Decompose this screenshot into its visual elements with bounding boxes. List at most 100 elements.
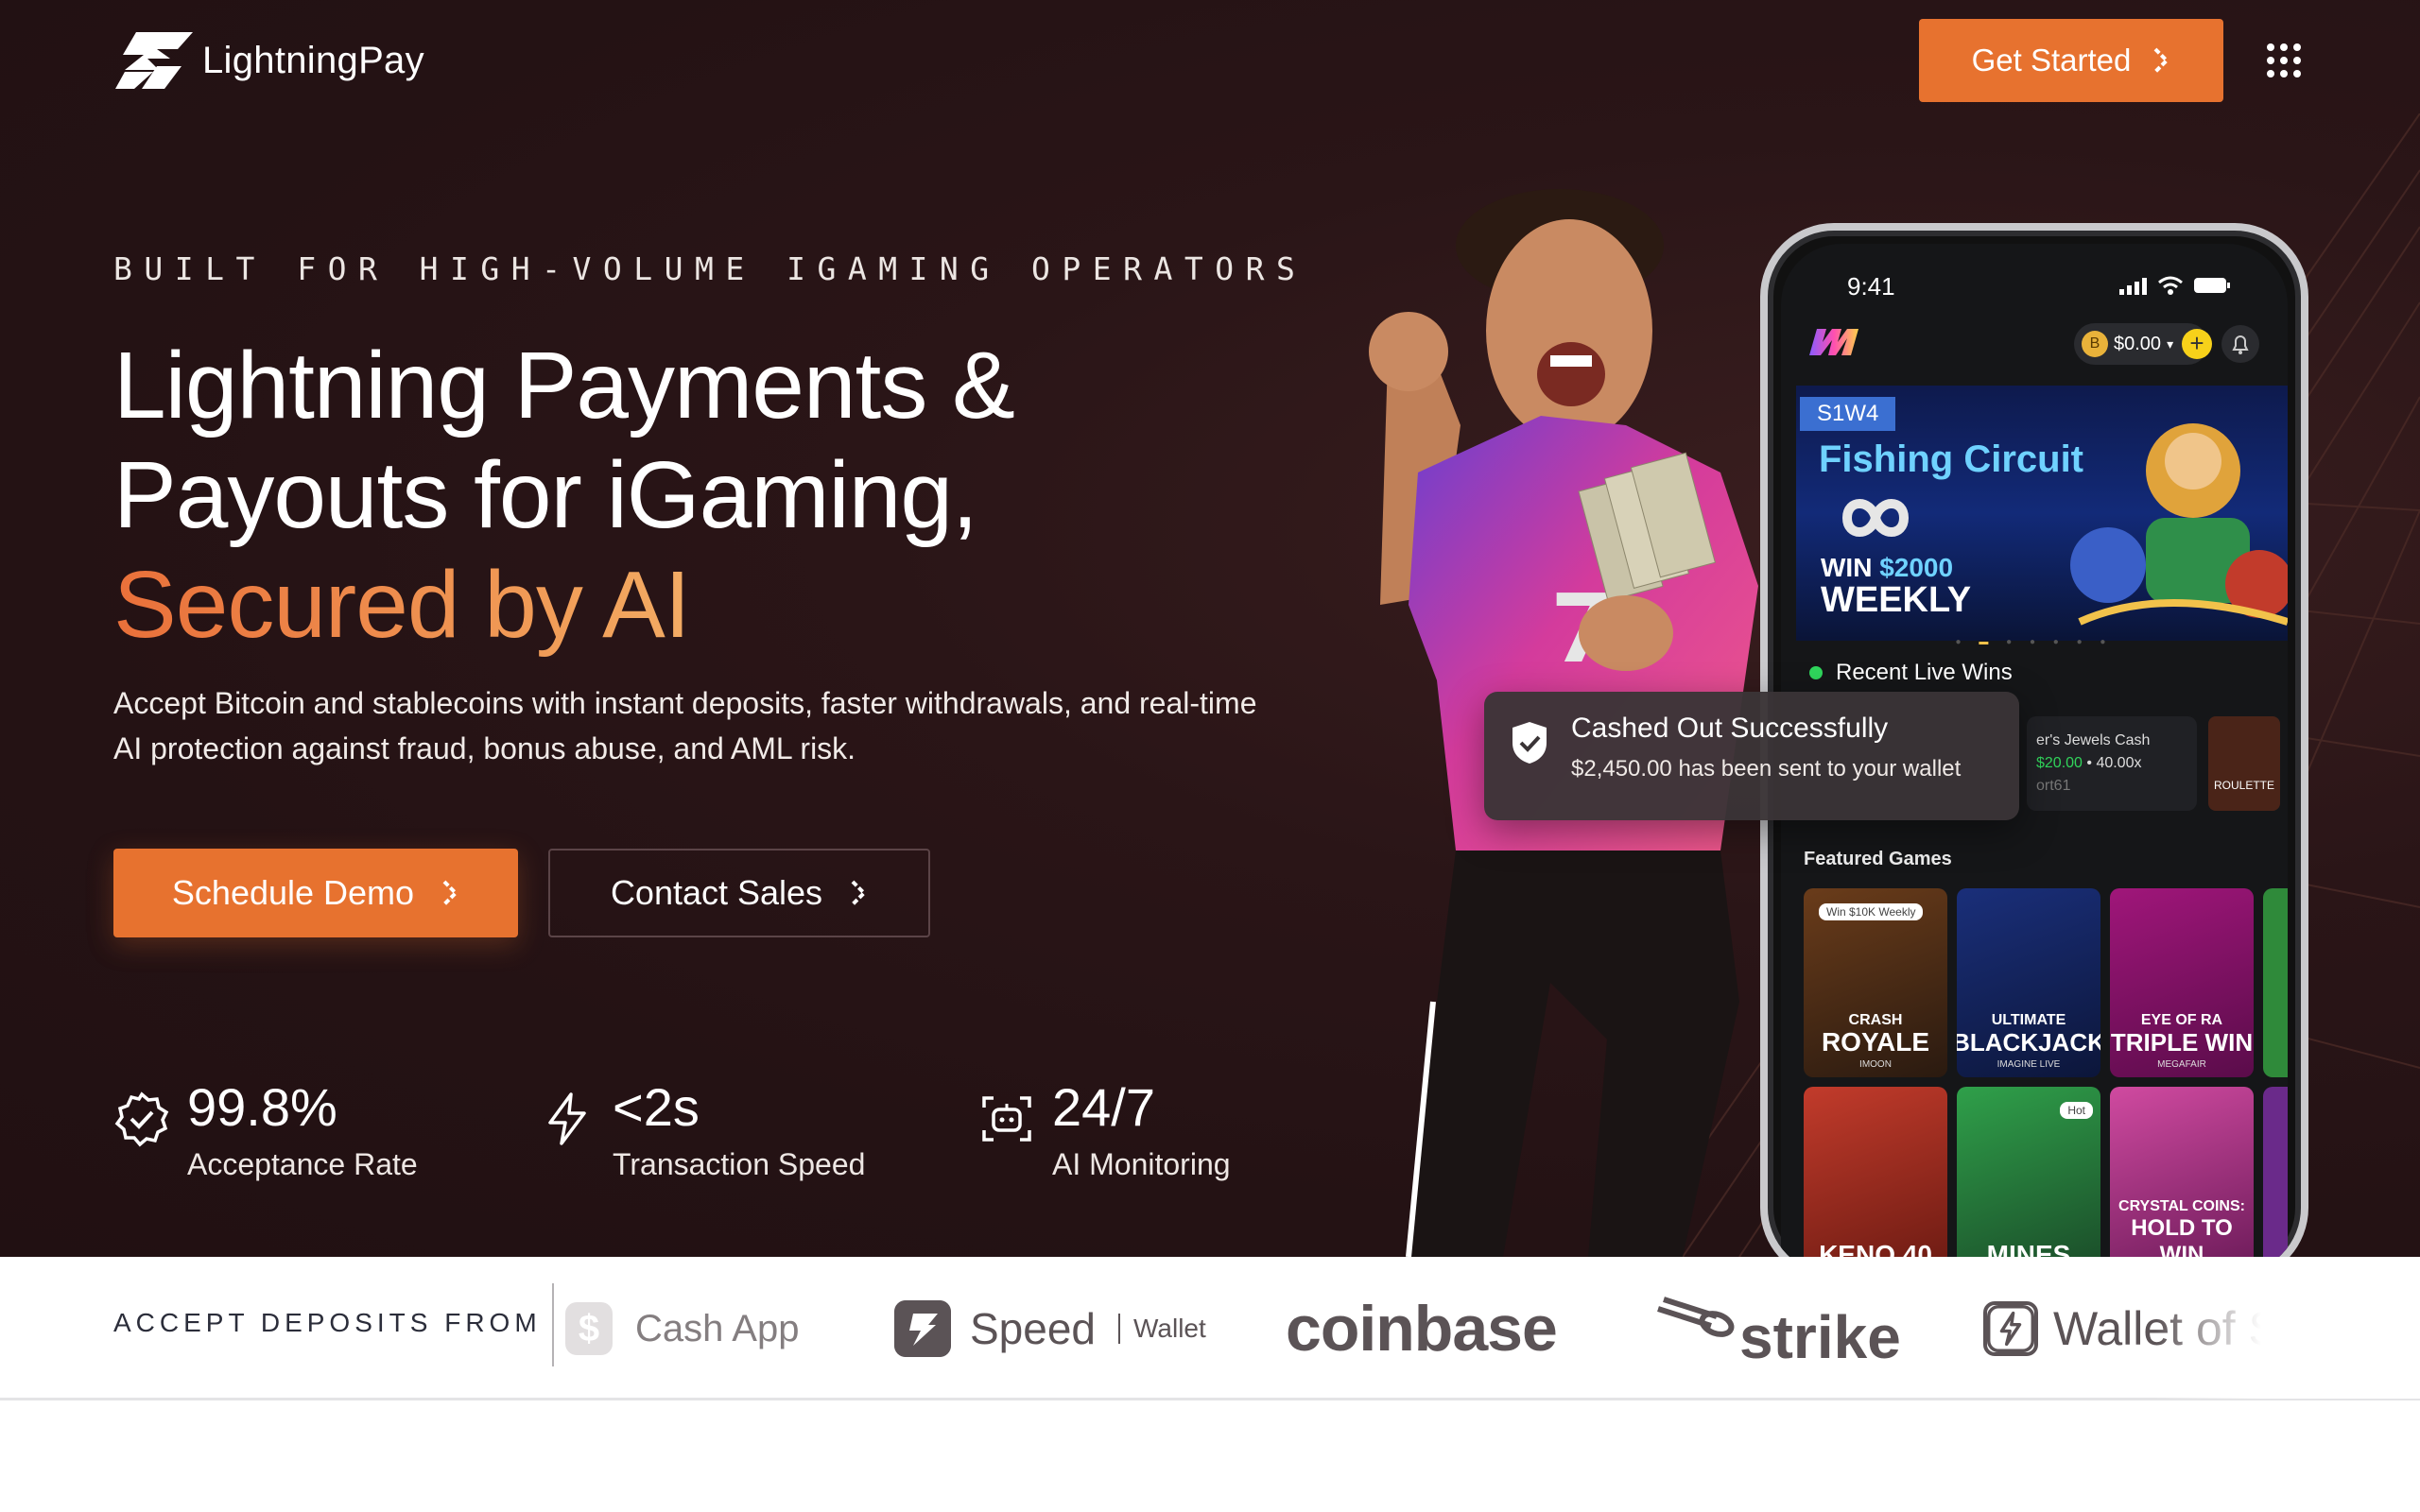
get-started-label: Get Started <box>1971 43 2132 77</box>
headline-accent: Secured by AI <box>113 550 1014 660</box>
game-badge: Hot <box>2060 1102 2093 1119</box>
speed-name: Speed <box>970 1304 1097 1353</box>
brand-cash-app: $ Cash App <box>565 1257 799 1400</box>
brand-strike: strike <box>1654 1257 1901 1400</box>
infinity-icon <box>1841 499 1910 537</box>
bitcoin-coin-icon: B <box>2082 331 2108 357</box>
brand-name: LightningPay <box>202 39 424 81</box>
signal-icon <box>2119 278 2147 295</box>
brand-speed-wallet: Speed Wallet <box>894 1257 1206 1400</box>
lightningpay-logo-icon <box>115 32 193 89</box>
game-name: KENO 40 <box>1819 1240 1932 1258</box>
fishing-game-art <box>2070 423 2288 626</box>
carousel-fade-overlay <box>2155 1257 2420 1399</box>
game-badge: Win $10K Weekly <box>1819 903 1924 920</box>
stat-label: AI Monitoring <box>1052 1147 1231 1181</box>
brand-coinbase: coinbase <box>1286 1257 1558 1400</box>
stat-transaction-speed: <2s Transaction Speed <box>539 1077 865 1185</box>
game-sub: ULTIMATE <box>1991 1012 2066 1028</box>
banner-win-period: WEEKLY <box>1821 580 1972 620</box>
deposits-divider <box>552 1283 554 1366</box>
phone-time: 9:41 <box>1847 272 1895 301</box>
win-card-game: er's Jewels Cash <box>2036 732 2151 748</box>
promo-banner[interactable]: S1W4 Fishing Circuit WIN $2000 WEEKLY <box>1796 386 2288 641</box>
cash-app-name: Cash App <box>635 1307 800 1349</box>
game-tile-ultimate-blackjack[interactable]: ULTIMATE BLACKJACK IMAGINE LIVE <box>1957 888 2100 1077</box>
strike-logo-icon <box>1657 1297 1735 1337</box>
ai-bot-icon <box>982 1096 1031 1142</box>
game-tile-mines[interactable]: Hot MINES <box>1957 1087 2100 1257</box>
grid-menu-icon[interactable] <box>2267 43 2301 77</box>
banner-tag: S1W4 <box>1800 397 1896 431</box>
stat-value: 99.8% <box>187 1077 337 1137</box>
roulette-label: ROULETTE <box>2213 779 2274 792</box>
coinbase-name: coinbase <box>1286 1293 1558 1365</box>
win-card-user: ort61 <box>2036 778 2071 794</box>
brand-logo[interactable]: LightningPay <box>115 32 424 89</box>
featured-games-grid: Win $10K Weekly CRASH ROYALE IMOON ULTIM… <box>1804 888 2288 1257</box>
chevron-right-icon <box>851 880 867 906</box>
banner-win-prefix: WIN <box>1821 553 1873 582</box>
chevron-down-icon: ▾ <box>2167 335 2174 352</box>
game-tile-keno-40[interactable]: KENO 40 <box>1804 1087 1947 1257</box>
roulette-game-thumb[interactable]: ROULETTE <box>2208 716 2280 811</box>
casino-app-logo-icon <box>1807 321 1860 369</box>
stat-value: <2s <box>613 1077 700 1137</box>
deposits-label: ACCEPT DEPOSITS FROM <box>113 1308 542 1337</box>
game-name: BLACKJACK <box>1957 1028 2100 1057</box>
game-tile-partial[interactable] <box>2263 1087 2288 1257</box>
game-sub: CRYSTAL COINS: <box>2118 1198 2245 1214</box>
strike-name: strike <box>1739 1303 1901 1371</box>
stat-ai-monitoring: 24/7 AI Monitoring <box>978 1077 1231 1185</box>
get-started-button[interactable]: Get Started <box>1919 19 2223 102</box>
wallet-of-satoshi-logo-icon <box>1983 1301 2038 1356</box>
banner-win-amount: $2000 <box>1879 553 1954 582</box>
win-card-amount: $20.00 <box>2036 755 2083 771</box>
game-sub: EYE OF RA <box>2140 1012 2223 1028</box>
hero-headline: Lightning Payments & Payouts for iGaming… <box>113 331 1015 660</box>
banner-win-text: WIN $2000 WEEKLY <box>1821 552 1971 619</box>
contact-sales-button[interactable]: Contact Sales <box>548 849 930 937</box>
schedule-demo-button[interactable]: Schedule Demo <box>113 849 518 937</box>
badge-check-icon <box>114 1091 169 1147</box>
game-name: HOLD TO WIN <box>2131 1215 2233 1257</box>
wallet-balance: $0.00 <box>2114 333 2162 354</box>
game-name: MINES <box>1986 1240 2071 1258</box>
cash-app-logo-icon: $ <box>565 1302 613 1355</box>
game-tile-partial[interactable] <box>2263 888 2288 1077</box>
headline-line-1: Lightning Payments & <box>113 333 1015 438</box>
featured-games-title: Featured Games <box>1804 849 1952 869</box>
win-card-multiplier: 40.00x <box>2096 755 2142 771</box>
hero-eyebrow: BUILT FOR HIGH-VOLUME IGAMING OPERATORS <box>113 250 1307 287</box>
wifi-icon <box>2158 276 2183 295</box>
live-dot-icon <box>1809 666 1823 679</box>
toast-message: $2,450.00 has been sent to your wallet <box>1571 756 1962 782</box>
game-provider: IMOON <box>1859 1059 1892 1070</box>
live-win-card[interactable]: er's Jewels Cash $20.00 • 40.00x ort61 <box>2027 716 2197 811</box>
toast-title: Cashed Out Successfully <box>1571 713 1889 744</box>
chevron-right-icon <box>442 880 458 906</box>
deposit-plus-icon[interactable]: + <box>2182 329 2212 359</box>
hero-section: LightningPay Get Started BUILT FOR HIGH-… <box>0 0 2420 1257</box>
stat-value: 24/7 <box>1052 1077 1155 1137</box>
recent-live-wins-title: Recent Live Wins <box>1836 660 2013 685</box>
banner-title: Fishing Circuit <box>1819 438 2083 480</box>
recent-live-wins-header: Recent Live Wins <box>1809 660 2013 686</box>
battery-icon <box>2194 278 2230 293</box>
notification-bell-icon[interactable] <box>2221 325 2259 363</box>
game-provider: IMAGINE LIVE <box>1996 1059 2061 1070</box>
shield-check-icon <box>1512 722 1547 764</box>
game-tile-eye-of-ra[interactable]: EYE OF RA TRIPLE WIN MEGAFAIR <box>2110 888 2254 1077</box>
hero-subcopy: Accept Bitcoin and stablecoins with inst… <box>113 686 1257 765</box>
game-tile-crystal-coins[interactable]: CRYSTAL COINS: HOLD TO WIN <box>2110 1087 2254 1257</box>
schedule-demo-label: Schedule Demo <box>171 873 415 912</box>
speed-wallet-sub: Wallet <box>1118 1314 1206 1344</box>
game-tile-crash-royale[interactable]: Win $10K Weekly CRASH ROYALE IMOON <box>1804 888 1947 1077</box>
stat-label: Transaction Speed <box>613 1147 866 1181</box>
lightning-icon <box>548 1092 586 1145</box>
contact-sales-label: Contact Sales <box>610 873 823 912</box>
deposits-bar: ACCEPT DEPOSITS FROM $ Cash App Speed Wa… <box>0 1257 2420 1400</box>
game-name: ROYALE <box>1821 1027 1930 1057</box>
banner-pagination: ● ▬ ● ● ● ● ● <box>1955 637 2114 647</box>
game-provider: MEGAFAIR <box>2157 1059 2206 1070</box>
